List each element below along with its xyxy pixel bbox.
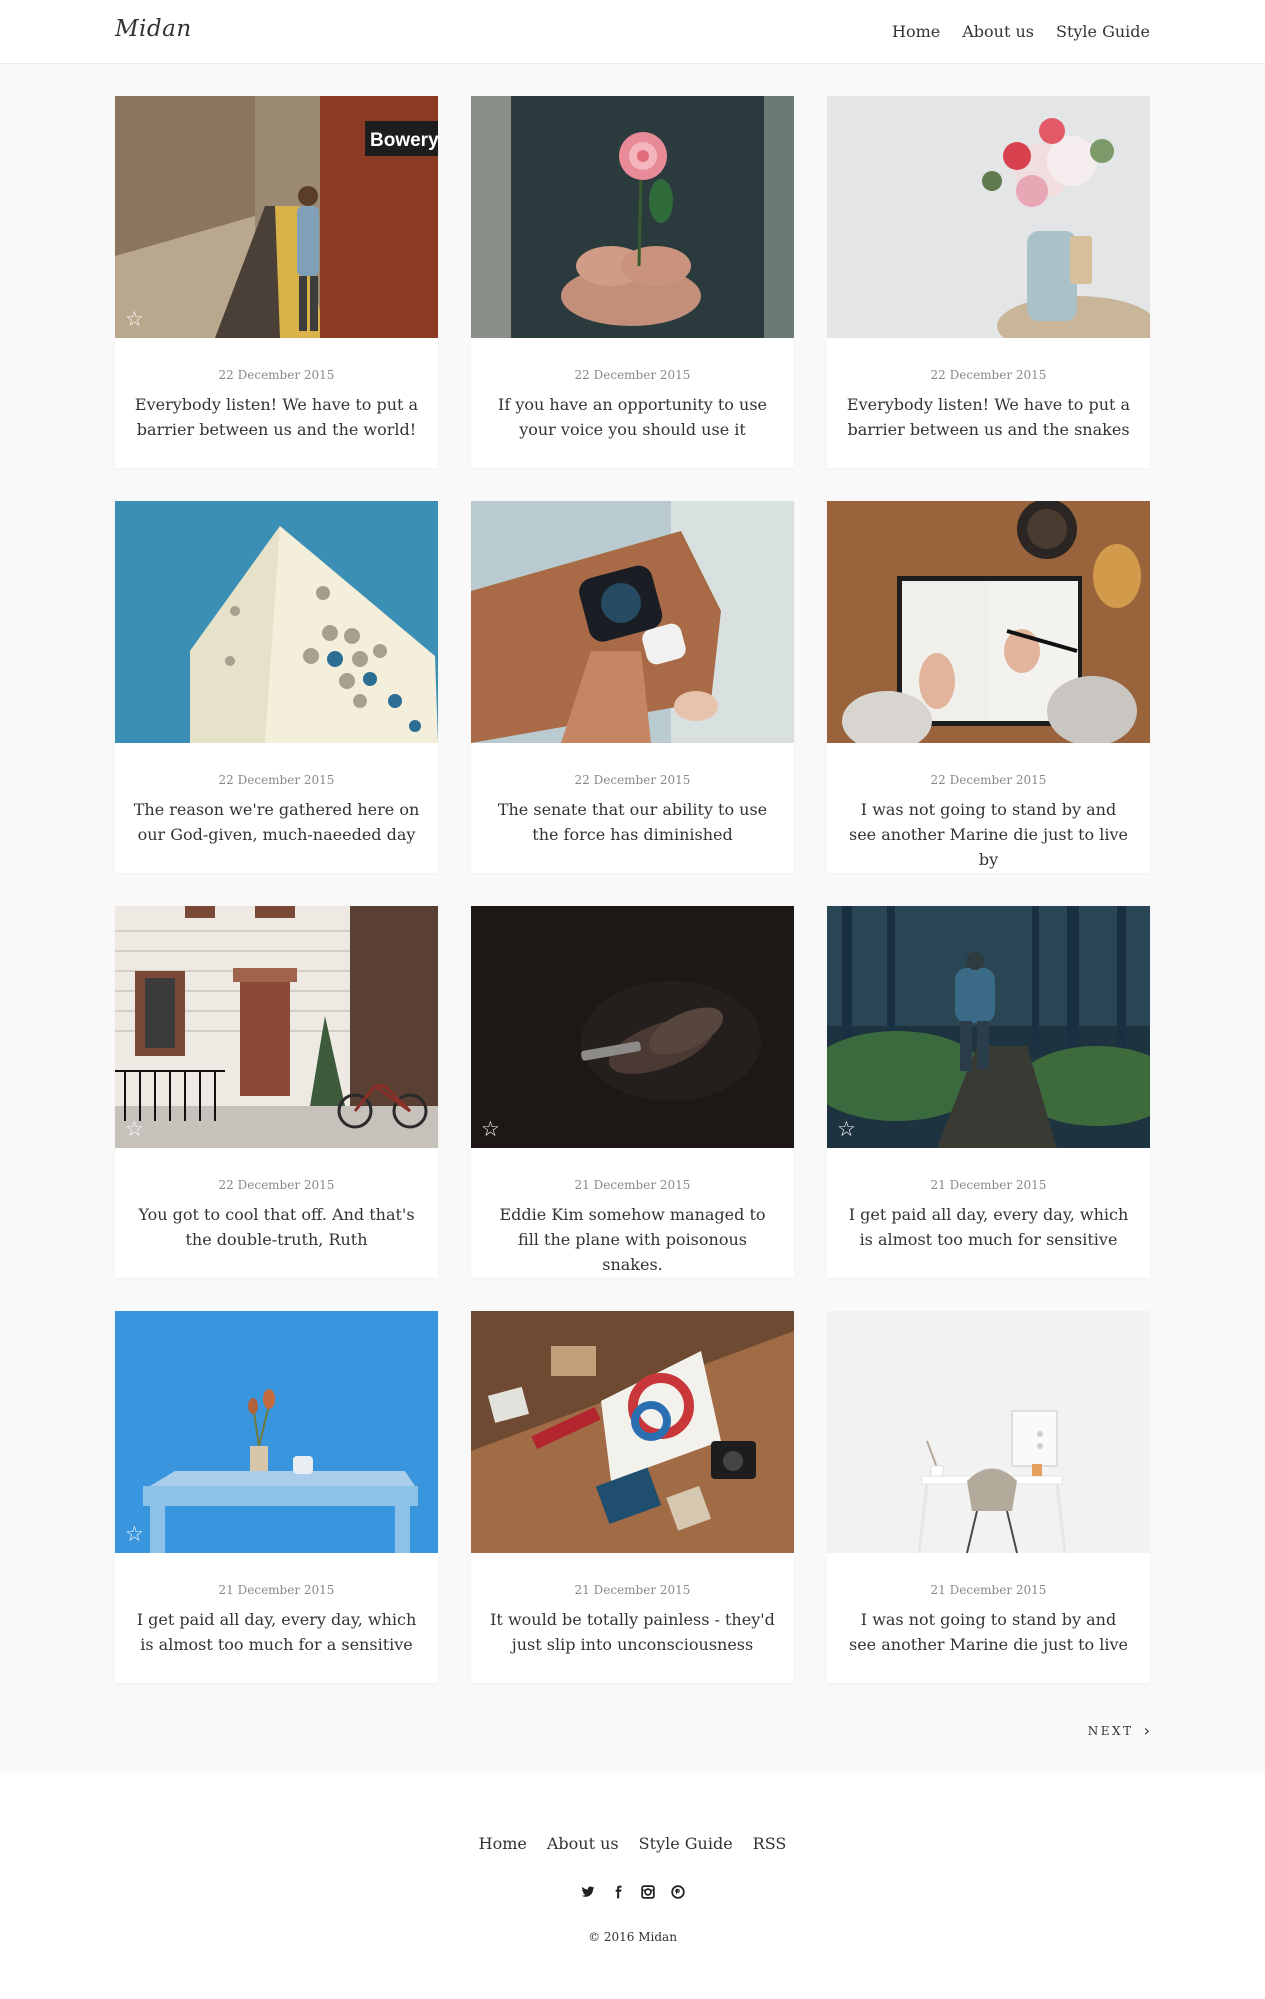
post-date: 21 December 2015 [930,1178,1047,1192]
nav-style-guide-link[interactable]: Style Guide [1056,22,1150,41]
post-title[interactable]: You got to cool that off. And that's the… [133,1202,420,1252]
main-nav: Home About us Style Guide [892,22,1150,41]
post-title[interactable]: I get paid all day, every day, which is … [133,1607,420,1657]
post-card[interactable]: 22 December 2015 I was not going to stan… [827,501,1150,873]
star-icon[interactable]: ☆ [125,309,144,330]
post-date: 21 December 2015 [574,1178,691,1192]
post-date: 22 December 2015 [574,368,691,382]
chevron-right-icon: › [1143,1721,1150,1740]
post-image-flowers[interactable] [827,96,1150,338]
post-card[interactable]: 22 December 2015 Everybody listen! We ha… [827,96,1150,468]
post-title[interactable]: Eddie Kim somehow managed to fill the pl… [489,1202,776,1277]
star-icon[interactable]: ☆ [837,1119,856,1140]
post-date: 22 December 2015 [930,368,1047,382]
site-footer: Home About us Style Guide RSS © 2016 Mid… [0,1773,1265,1999]
post-title[interactable]: It would be totally painless - they'd ju… [489,1607,776,1657]
post-image-subway[interactable]: Bowery ☆ [115,96,438,338]
post-title[interactable]: Everybody listen! We have to put a barri… [133,392,420,442]
star-icon[interactable]: ☆ [125,1119,144,1140]
post-image-white-desk[interactable] [827,1311,1150,1553]
nav-home-link[interactable]: Home [892,22,940,41]
post-date: 21 December 2015 [930,1583,1047,1597]
social-links [0,1884,1265,1899]
post-image-desk-flatlay[interactable] [471,1311,794,1553]
svg-text:Bowery: Bowery [370,130,438,151]
next-label: NEXT [1087,1723,1134,1738]
post-date: 21 December 2015 [218,1583,335,1597]
footer-rss-link[interactable]: RSS [753,1834,787,1853]
facebook-icon[interactable] [611,1884,625,1899]
post-card[interactable]: ☆ 21 December 2015 I get paid all day, e… [827,906,1150,1278]
pinterest-icon[interactable] [670,1884,685,1899]
post-image-rose[interactable] [471,96,794,338]
star-icon[interactable]: ☆ [125,1524,144,1545]
instagram-icon[interactable] [640,1884,655,1899]
post-date: 22 December 2015 [218,1178,335,1192]
post-card[interactable]: ☆ 22 December 2015 You got to cool that … [115,906,438,1278]
star-icon[interactable]: ☆ [481,1119,500,1140]
post-title[interactable]: I was not going to stand by and see anot… [845,797,1132,872]
footer-about-link[interactable]: About us [547,1834,619,1853]
post-title[interactable]: The reason we're gathered here on our Go… [133,797,420,847]
site-header: Midan Home About us Style Guide [0,0,1265,64]
post-card[interactable]: 22 December 2015 If you have an opportun… [471,96,794,468]
post-image-phone-dark[interactable]: ☆ [471,906,794,1148]
post-title[interactable]: I get paid all day, every day, which is … [845,1202,1132,1252]
post-card[interactable]: 21 December 2015 I was not going to stan… [827,1311,1150,1683]
footer-home-link[interactable]: Home [479,1834,527,1853]
post-image-building[interactable] [115,501,438,743]
post-date: 22 December 2015 [930,773,1047,787]
post-card[interactable]: ☆ 21 December 2015 Eddie Kim somehow man… [471,906,794,1278]
footer-nav: Home About us Style Guide RSS [0,1834,1265,1853]
post-title[interactable]: I was not going to stand by and see anot… [845,1607,1132,1657]
post-image-notebook[interactable] [827,501,1150,743]
post-card[interactable]: 22 December 2015 The senate that our abi… [471,501,794,873]
nav-about-link[interactable]: About us [962,22,1034,41]
post-card[interactable]: 21 December 2015 It would be totally pai… [471,1311,794,1683]
post-card[interactable]: ☆ 21 December 2015 I get paid all day, e… [115,1311,438,1683]
post-date: 22 December 2015 [218,773,335,787]
post-date: 22 December 2015 [574,773,691,787]
site-logo[interactable]: Midan [115,16,192,42]
post-date: 22 December 2015 [218,368,335,382]
post-card[interactable]: 22 December 2015 The reason we're gather… [115,501,438,873]
post-image-blue-table[interactable]: ☆ [115,1311,438,1553]
post-title[interactable]: Everybody listen! We have to put a barri… [845,392,1132,442]
twitter-icon[interactable] [581,1884,595,1898]
post-image-smartwatch[interactable] [471,501,794,743]
next-page-link[interactable]: NEXT › [1088,1721,1150,1740]
post-title[interactable]: The senate that our ability to use the f… [489,797,776,847]
footer-style-guide-link[interactable]: Style Guide [639,1834,733,1853]
copyright-text: © 2016 Midan [588,1930,677,1944]
post-image-forest-hiker[interactable]: ☆ [827,906,1150,1148]
post-image-brownstone[interactable]: ☆ [115,906,438,1148]
post-date: 21 December 2015 [574,1583,691,1597]
post-title[interactable]: If you have an opportunity to use your v… [489,392,776,442]
post-card[interactable]: Bowery ☆ 22 December 2015 Everybody list… [115,96,438,468]
